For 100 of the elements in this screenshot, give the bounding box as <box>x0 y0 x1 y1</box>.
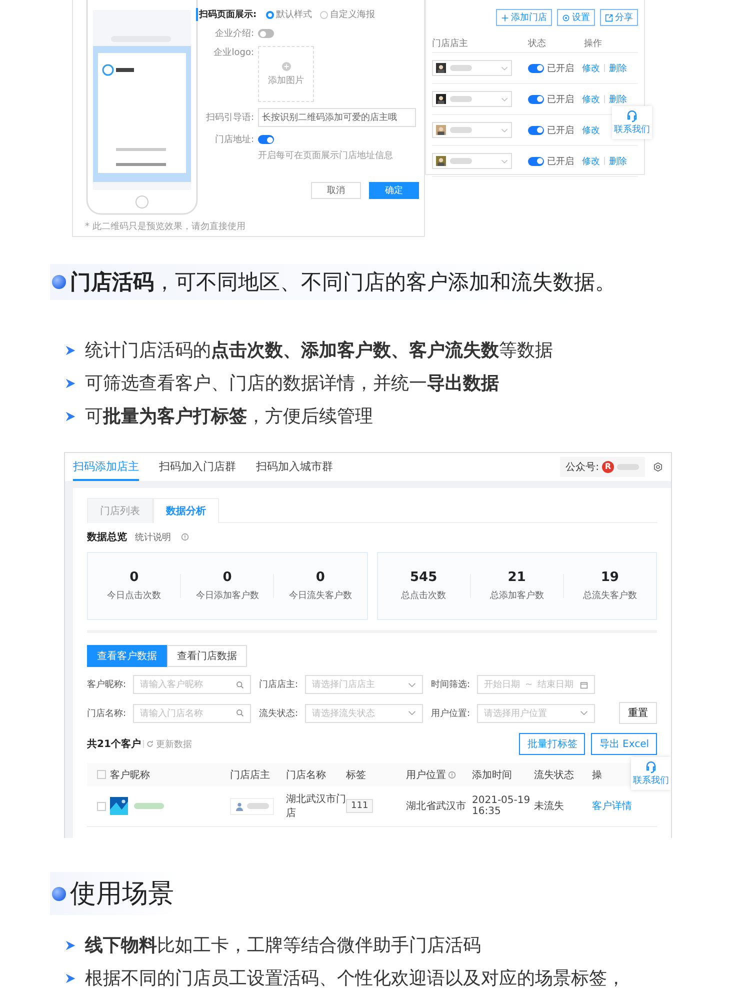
action-link[interactable]: 修改 <box>582 92 600 106</box>
toggle-switch[interactable] <box>258 135 274 144</box>
field-label: 门店地址: <box>214 134 254 146</box>
column-header: 门店店主 <box>230 768 271 782</box>
table-cell-text: 湖北省武汉市 <box>406 800 467 813</box>
column-header: 操作 <box>584 38 602 50</box>
help-icon <box>181 533 189 541</box>
status-text: 已开启 <box>547 124 574 136</box>
note-text: * 此二维码只是预览效果，请勿直接使用 <box>84 220 246 233</box>
owner-select[interactable] <box>432 60 512 76</box>
stat-value: 0 <box>130 570 139 585</box>
column-header: 客户昵称 <box>110 768 151 782</box>
settings-button[interactable]: 设置 <box>557 9 595 26</box>
field-label: 扫码引导语: <box>204 112 254 124</box>
stat-label: 今日流失客户数 <box>288 590 352 602</box>
settings-icon <box>562 14 570 22</box>
select-field[interactable]: 请选择门店店主 <box>305 675 423 694</box>
checkbox[interactable] <box>97 802 106 810</box>
reset-button[interactable]: 重置 <box>619 702 657 724</box>
add-button[interactable]: 添加门店 <box>496 9 552 26</box>
table-cell-text: 2021-05-19 16:35 <box>472 795 532 817</box>
filter-label: 门店店主: <box>259 678 300 691</box>
toggle-switch[interactable] <box>528 64 544 72</box>
owner-select[interactable] <box>432 91 512 107</box>
action-link[interactable]: 删除 <box>609 62 627 74</box>
arrow-icon <box>64 972 77 984</box>
contact-button[interactable]: 联系我们 <box>612 106 652 139</box>
arrow-icon <box>64 938 77 952</box>
filter-label: 用户位置: <box>431 708 472 720</box>
column-header: 流失状态 <box>534 768 575 782</box>
headset-icon <box>625 109 639 123</box>
chevron-icon <box>501 66 508 70</box>
settings-icon[interactable] <box>653 462 663 472</box>
tab[interactable]: 扫码加入城市群 <box>256 453 333 481</box>
plus-icon <box>282 62 290 70</box>
stat-label: 今日点击次数 <box>107 590 162 602</box>
column-header: 操 <box>592 768 603 782</box>
bullet-text: 统计门店活码的点击次数、添加客户数、客户流失数等数据 <box>85 339 553 362</box>
action-button[interactable]: 批量打标签 <box>519 733 586 755</box>
customer-count: 共21个客户 <box>87 737 141 751</box>
details-link[interactable]: 客户详情 <box>592 799 632 813</box>
stat-label: 总点击次数 <box>401 590 446 602</box>
input-field[interactable]: 长按识别二维码添加可爱的店主哦 <box>258 108 416 127</box>
search-field[interactable]: 请输入客户昵称 <box>133 675 251 694</box>
tag-chip: 111 <box>346 799 374 813</box>
filter-label: 客户昵称: <box>87 678 128 691</box>
tab[interactable]: 扫码加入门店群 <box>159 453 236 481</box>
blurred-name <box>450 65 472 71</box>
select-field[interactable]: 请选择流失状态 <box>305 704 423 722</box>
refresh-link[interactable]: 更新数据 <box>146 738 192 750</box>
section-heading: 使用场景 <box>70 878 174 911</box>
toggle-switch[interactable] <box>528 94 544 104</box>
action-link[interactable]: 删除 <box>609 154 627 168</box>
toggle-switch[interactable] <box>528 156 544 166</box>
search-icon <box>236 680 244 688</box>
stat-value: 0 <box>222 570 232 585</box>
select-field[interactable]: 请选择用户位置 <box>477 704 595 722</box>
person-icon <box>235 802 244 810</box>
view-toggle[interactable]: 查看门店数据 <box>167 645 247 667</box>
blurred-name <box>450 127 472 133</box>
account-badge[interactable]: 公众号: R <box>560 457 645 477</box>
filter-label: 时间筛选: <box>431 678 472 691</box>
hint-text: 开启每可在页面展示门店地址信息 <box>257 150 394 162</box>
plus-icon <box>501 14 509 22</box>
action-link[interactable]: 修改 <box>582 154 600 168</box>
radio-option[interactable]: 自定义海报 <box>320 8 375 21</box>
field-label: 扫码页面展示: <box>196 8 262 21</box>
share-button[interactable]: 分享 <box>600 9 638 26</box>
cancel-button[interactable]: 取消 <box>311 182 361 199</box>
table-cell-text: 未流失 <box>534 800 565 813</box>
action-link[interactable]: 修改 <box>582 62 600 74</box>
help-link[interactable]: 统计说明 <box>135 530 171 544</box>
chevron-icon <box>580 709 588 717</box>
upload-box[interactable]: 添加图片 <box>258 46 314 102</box>
date-range-field[interactable]: 开始日期 ~ 结束日期 <box>477 675 595 694</box>
column-header: 用户位置 <box>406 768 472 782</box>
toggle-switch[interactable] <box>528 126 544 134</box>
share-icon <box>605 14 613 22</box>
headset-icon <box>644 760 658 774</box>
search-icon <box>236 709 244 717</box>
stat-label: 总流失客户数 <box>582 590 637 602</box>
column-header: 标签 <box>346 768 367 782</box>
action-button[interactable]: 导出 Excel <box>591 733 657 755</box>
blurred-name <box>134 803 164 809</box>
calendar-icon <box>580 680 588 688</box>
radio-option[interactable]: 默认样式 <box>266 8 312 21</box>
search-field[interactable]: 请输入门店名称 <box>133 704 251 722</box>
contact-button[interactable]: 联系我们 <box>631 757 671 790</box>
checkbox[interactable] <box>97 770 106 779</box>
toggle-switch[interactable] <box>258 29 274 38</box>
confirm-button[interactable]: 确定 <box>369 182 419 199</box>
view-toggle[interactable]: 查看客户数据 <box>87 645 167 667</box>
tab[interactable]: 门店列表 <box>87 498 153 523</box>
tab[interactable]: 数据分析 <box>153 498 219 523</box>
column-header: 添加时间 <box>472 768 513 782</box>
bullet-text: 根据不同的门店员工设置活码、个性化欢迎语以及对应的场景标签， <box>85 967 625 990</box>
action-link[interactable]: 删除 <box>609 92 627 106</box>
status-text: 已开启 <box>547 156 574 168</box>
field-label: 企业介绍: <box>214 28 254 40</box>
action-link[interactable]: 修改 <box>582 124 600 136</box>
